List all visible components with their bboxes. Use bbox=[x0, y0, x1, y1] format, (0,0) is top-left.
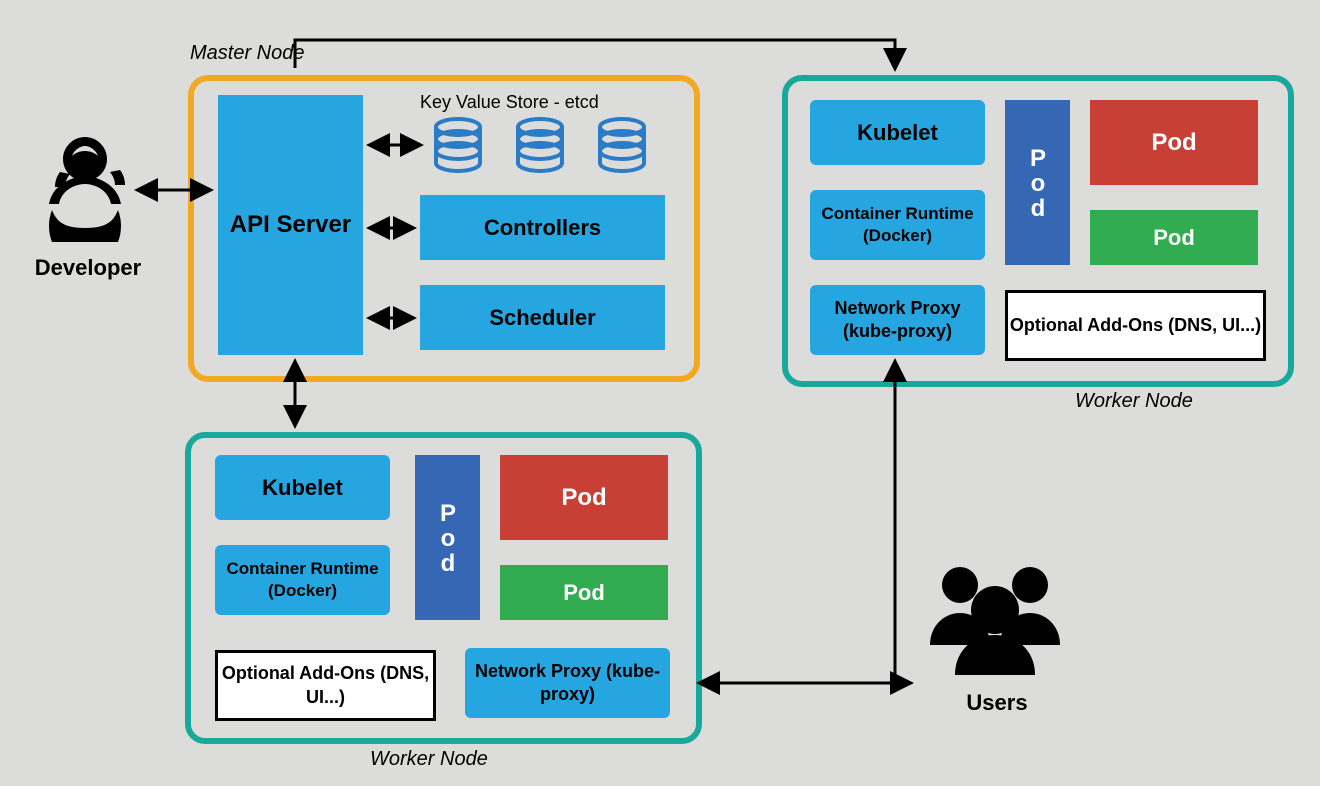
etcd-cylinder-icon bbox=[428, 115, 488, 175]
users-label: Users bbox=[942, 690, 1052, 716]
developer-label: Developer bbox=[18, 255, 158, 281]
controllers-text: Controllers bbox=[484, 215, 601, 241]
addons-box: Optional Add-Ons (DNS, UI...) bbox=[215, 650, 436, 721]
etcd-label: Key Value Store - etcd bbox=[420, 92, 599, 113]
proxy-box: Network Proxy (kube-proxy) bbox=[465, 648, 670, 718]
scheduler-box: Scheduler bbox=[420, 285, 665, 350]
developer-icon bbox=[40, 132, 130, 242]
addons-box-r: Optional Add-Ons (DNS, UI...) bbox=[1005, 290, 1266, 361]
pod-green-box-r: Pod bbox=[1090, 210, 1258, 265]
pod-red-box: Pod bbox=[500, 455, 668, 540]
etcd-cylinder-icon bbox=[510, 115, 570, 175]
pod-blue-box-r: Pod bbox=[1005, 100, 1070, 265]
users-icon bbox=[920, 555, 1070, 675]
pod-blue-box: Pod bbox=[415, 455, 480, 620]
api-server-box: API Server bbox=[218, 95, 363, 355]
api-server-text: API Server bbox=[230, 203, 351, 246]
pod-green-box: Pod bbox=[500, 565, 668, 620]
master-node-label: Master Node bbox=[190, 42, 305, 65]
proxy-box-r: Network Proxy (kube-proxy) bbox=[810, 285, 985, 355]
kubelet-box-r: Kubelet bbox=[810, 100, 985, 165]
pod-red-box-r: Pod bbox=[1090, 100, 1258, 185]
kubelet-box: Kubelet bbox=[215, 455, 390, 520]
controllers-box: Controllers bbox=[420, 195, 665, 260]
scheduler-text: Scheduler bbox=[489, 305, 595, 331]
etcd-cylinder-icon bbox=[592, 115, 652, 175]
worker-node-right-label: Worker Node bbox=[1075, 390, 1193, 413]
runtime-box-r: Container Runtime (Docker) bbox=[810, 190, 985, 260]
worker-node-bottom-label: Worker Node bbox=[370, 748, 488, 771]
runtime-box: Container Runtime (Docker) bbox=[215, 545, 390, 615]
